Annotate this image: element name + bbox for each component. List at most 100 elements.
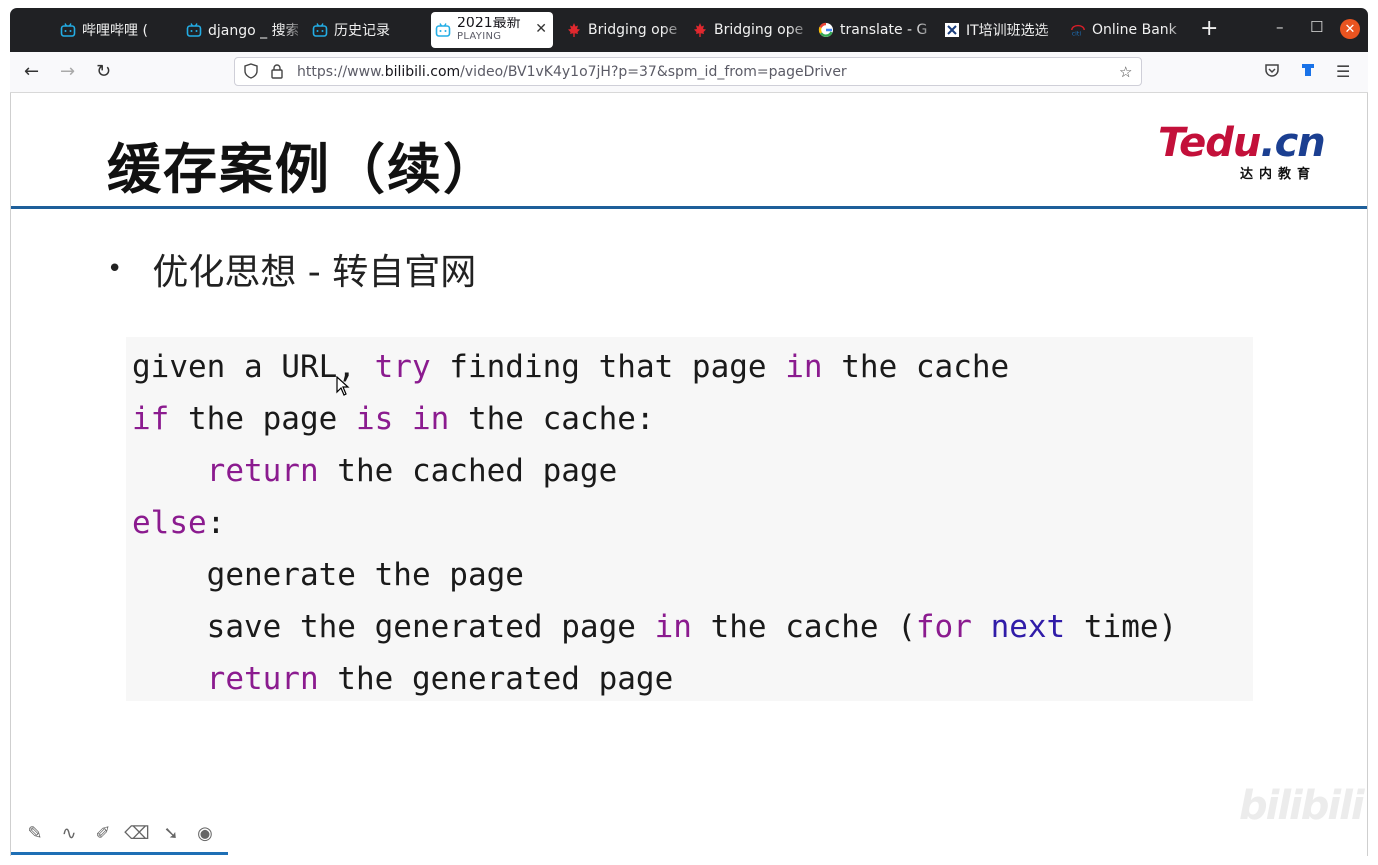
code-keyword: try xyxy=(374,349,431,385)
code-keyword: if xyxy=(132,401,170,437)
shield-icon[interactable] xyxy=(243,63,259,83)
reload-button[interactable]: ↻ xyxy=(96,61,111,82)
menu-icon[interactable]: ☰ xyxy=(1336,62,1350,81)
tab-fade xyxy=(1040,14,1066,46)
tab-fade xyxy=(788,14,814,46)
bilibili-icon xyxy=(186,22,202,38)
code-block: given a URL, try finding that page in th… xyxy=(126,337,1253,701)
eraser-icon[interactable]: ⌫ xyxy=(124,821,149,845)
code-keyword: is xyxy=(355,401,394,437)
bilibili-icon xyxy=(435,22,451,38)
code-line: if the page is in the cache: xyxy=(132,393,1253,445)
bullet-text: 优化思想 - 转自官网 xyxy=(152,252,477,293)
record-icon[interactable]: ◉ xyxy=(193,821,217,845)
tab-fade xyxy=(914,14,940,46)
maple-leaf-icon xyxy=(566,22,582,38)
back-button[interactable]: ← xyxy=(24,61,39,82)
tab-1[interactable]: 哔哩哔哩 ( xyxy=(56,14,182,46)
code-text: the cached page xyxy=(318,453,618,489)
url-text[interactable]: https://www.bilibili.com/video/BV1vK4y1o… xyxy=(297,64,847,80)
tab-7[interactable]: translate - G xyxy=(814,14,940,46)
highlighter-icon[interactable]: ✐ xyxy=(91,821,115,845)
playback-progress-bar[interactable] xyxy=(11,852,228,855)
bilibili-icon xyxy=(60,22,76,38)
code-text: : xyxy=(206,505,226,541)
code-keyword: in xyxy=(654,609,692,645)
pocket-icon[interactable] xyxy=(1264,62,1280,82)
code-line: return the cached page xyxy=(132,445,1253,497)
code-keyword: return xyxy=(206,453,319,489)
lock-icon[interactable] xyxy=(269,63,285,83)
tab-title: IT培训班选选 xyxy=(966,23,1049,39)
bullet-icon: • xyxy=(107,254,123,284)
code-text: the cache: xyxy=(449,401,655,437)
code-text: the generated page xyxy=(318,661,674,697)
site-icon xyxy=(944,22,960,38)
maximize-icon[interactable]: ☐ xyxy=(1310,18,1323,36)
tedu-logo: Tedu.cn 达内教育 xyxy=(1158,120,1326,182)
tab-title: 2021最新版 xyxy=(457,17,521,30)
tab-title: 哔哩哔哩 ( xyxy=(82,23,148,39)
code-text: finding that page xyxy=(430,349,786,385)
svg-text:citi: citi xyxy=(1072,30,1082,37)
code-text: the cache ( xyxy=(691,609,916,645)
window-close-icon[interactable]: ✕ xyxy=(1340,19,1360,39)
code-line: given a URL, try finding that page in th… xyxy=(132,341,1253,393)
navigation-toolbar: ← → ↻ https://www.bilibili.com/video/BV1… xyxy=(10,52,1368,93)
code-line: generate the page xyxy=(132,549,1253,601)
tab-fade xyxy=(282,14,308,46)
tab-close-icon[interactable]: ✕ xyxy=(535,21,547,37)
code-text: save the generated page xyxy=(132,609,655,645)
tab-playing-label: PLAYING xyxy=(457,31,502,42)
google-icon xyxy=(818,22,834,38)
code-keyword: return xyxy=(206,661,319,697)
url-bar[interactable]: https://www.bilibili.com/video/BV1vK4y1o… xyxy=(234,57,1142,86)
code-keyword: in xyxy=(411,401,450,437)
code-line: else: xyxy=(132,497,1253,549)
citi-icon: citi xyxy=(1070,22,1086,38)
tab-5[interactable]: Bridging ope xyxy=(562,14,688,46)
tab-4[interactable]: 2021最新版PLAYING ✕ xyxy=(431,12,553,48)
code-text: time) xyxy=(1065,609,1178,645)
tab-3[interactable]: 历史记录 xyxy=(308,14,434,46)
pen-icon[interactable]: ✎ xyxy=(23,821,47,845)
bullet-point: • 优化思想 - 转自官网 xyxy=(107,243,476,295)
code-text: the cache xyxy=(822,349,1010,385)
code-line: save the generated page in the cache (fo… xyxy=(132,601,1253,653)
code-text: the page xyxy=(169,401,356,437)
maple-leaf-icon xyxy=(692,22,708,38)
tab-6[interactable]: Bridging ope xyxy=(688,14,814,46)
video-player[interactable]: 缓存案例（续） Tedu.cn 达内教育 • 优化思想 - 转自官网 given… xyxy=(10,93,1368,856)
code-keyword: for xyxy=(915,609,972,645)
curve-icon[interactable]: ∿ xyxy=(57,821,81,845)
pointer-icon[interactable]: ➘ xyxy=(159,821,183,845)
bookmark-star-icon[interactable]: ☆ xyxy=(1119,63,1132,81)
slide-title: 缓存案例（续） xyxy=(107,138,499,201)
title-divider xyxy=(11,206,1367,209)
code-keyword: else xyxy=(132,505,207,541)
code-line: return the generated page xyxy=(132,653,1253,705)
annotation-toolbar: ✎ ∿ ✐ ⌫ ➘ ◉ xyxy=(23,821,217,845)
forward-button[interactable]: → xyxy=(60,61,75,82)
tab-title: Online Bank xyxy=(1092,22,1177,38)
tab-9[interactable]: citi Online Bank xyxy=(1066,14,1192,46)
tab-fade xyxy=(1166,14,1192,46)
bilibili-watermark: bilibili xyxy=(1239,783,1365,829)
extension-icon[interactable] xyxy=(1300,62,1316,82)
new-tab-button[interactable]: + xyxy=(1200,16,1218,41)
minimize-icon[interactable]: – xyxy=(1276,18,1284,36)
tab-fade xyxy=(662,14,688,46)
tab-strip: 哔哩哔哩 ( django _ 搜索 历史记录 2021最新版PLAYING ✕ Brid… xyxy=(10,8,1368,52)
code-keyword: next xyxy=(990,609,1066,645)
mouse-cursor-icon xyxy=(336,376,350,396)
tab-2[interactable]: django _ 搜索 xyxy=(182,14,308,46)
tab-8[interactable]: IT培训班选选 xyxy=(940,14,1066,46)
tab-fade xyxy=(156,14,182,46)
code-text: generate the page xyxy=(132,557,524,593)
tab-title: 历史记录 xyxy=(334,23,390,39)
bilibili-icon xyxy=(312,22,328,38)
